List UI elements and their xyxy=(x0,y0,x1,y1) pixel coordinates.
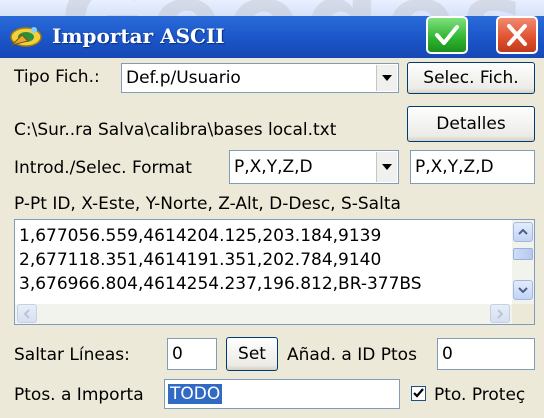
file-type-label: Tipo Fich.: xyxy=(14,67,100,87)
format-label: Introd./Selec. Format xyxy=(14,158,192,178)
preview-textarea[interactable]: 1,677056.559,4614204.125,203.184,9139 2,… xyxy=(14,219,535,325)
points-import-value: TODO xyxy=(168,384,223,404)
scroll-left-icon[interactable] xyxy=(17,304,37,323)
protect-point-checkbox[interactable] xyxy=(411,386,426,401)
format-combo-value: P,X,Y,Z,D xyxy=(234,157,313,177)
checkmark-icon xyxy=(435,25,459,45)
file-path-text: C:\Sur..ra Salva\calibra\bases local.txt xyxy=(14,120,337,140)
skip-lines-input[interactable]: 0 xyxy=(167,338,217,370)
select-file-button[interactable]: Selec. Fich. xyxy=(407,62,535,94)
add-to-id-input[interactable]: 0 xyxy=(437,338,535,370)
chevron-down-icon[interactable] xyxy=(376,152,397,182)
window-title: Importar ASCII xyxy=(52,24,225,48)
scroll-thumb[interactable] xyxy=(513,248,533,260)
scroll-down-icon[interactable] xyxy=(513,280,533,300)
scroll-up-icon[interactable] xyxy=(513,222,533,242)
checkmark-icon xyxy=(413,388,424,398)
title-bar: Geodes Importar ASCII xyxy=(0,0,544,58)
chevron-down-icon[interactable] xyxy=(376,65,397,91)
scroll-corner xyxy=(512,304,534,324)
preview-line: 2,677118.351,4614191.351,202.784,9140 xyxy=(19,250,382,270)
format-legend: P-Pt ID, X-Este, Y-Norte, Z-Alt, D-Desc,… xyxy=(14,194,401,214)
satellite-app-icon xyxy=(10,27,42,47)
import-ascii-window: Geodes Importar ASCII Tipo Fich.: Def.p/… xyxy=(0,0,544,418)
close-button[interactable] xyxy=(496,16,538,54)
set-button[interactable]: Set xyxy=(226,337,278,371)
details-button[interactable]: Detalles xyxy=(407,106,535,142)
preview-line: 1,677056.559,4614204.125,203.184,9139 xyxy=(19,226,382,246)
vertical-scrollbar[interactable] xyxy=(512,220,534,304)
skip-lines-label: Saltar Líneas: xyxy=(14,345,130,365)
ok-button[interactable] xyxy=(426,16,468,54)
scroll-right-icon[interactable] xyxy=(490,304,510,323)
close-x-icon xyxy=(507,24,527,46)
format-combo[interactable]: P,X,Y,Z,D xyxy=(229,150,399,184)
file-type-value: Def.p/Usuario xyxy=(126,68,241,88)
points-import-input[interactable]: TODO xyxy=(164,379,400,409)
add-to-id-label: Añad. a ID Ptos xyxy=(287,345,417,365)
format-input[interactable]: P,X,Y,Z,D xyxy=(410,150,535,184)
preview-lines: 1,677056.559,4614204.125,203.184,9139 2,… xyxy=(19,224,422,296)
protect-point-label: Pto. Proteç xyxy=(434,385,526,405)
file-type-combo[interactable]: Def.p/Usuario xyxy=(121,63,399,93)
points-import-label: Ptos. a Importa xyxy=(14,385,144,405)
horizontal-scrollbar[interactable] xyxy=(15,304,512,324)
preview-line: 3,676966.804,4614254.237,196.812,BR-377B… xyxy=(19,274,422,294)
